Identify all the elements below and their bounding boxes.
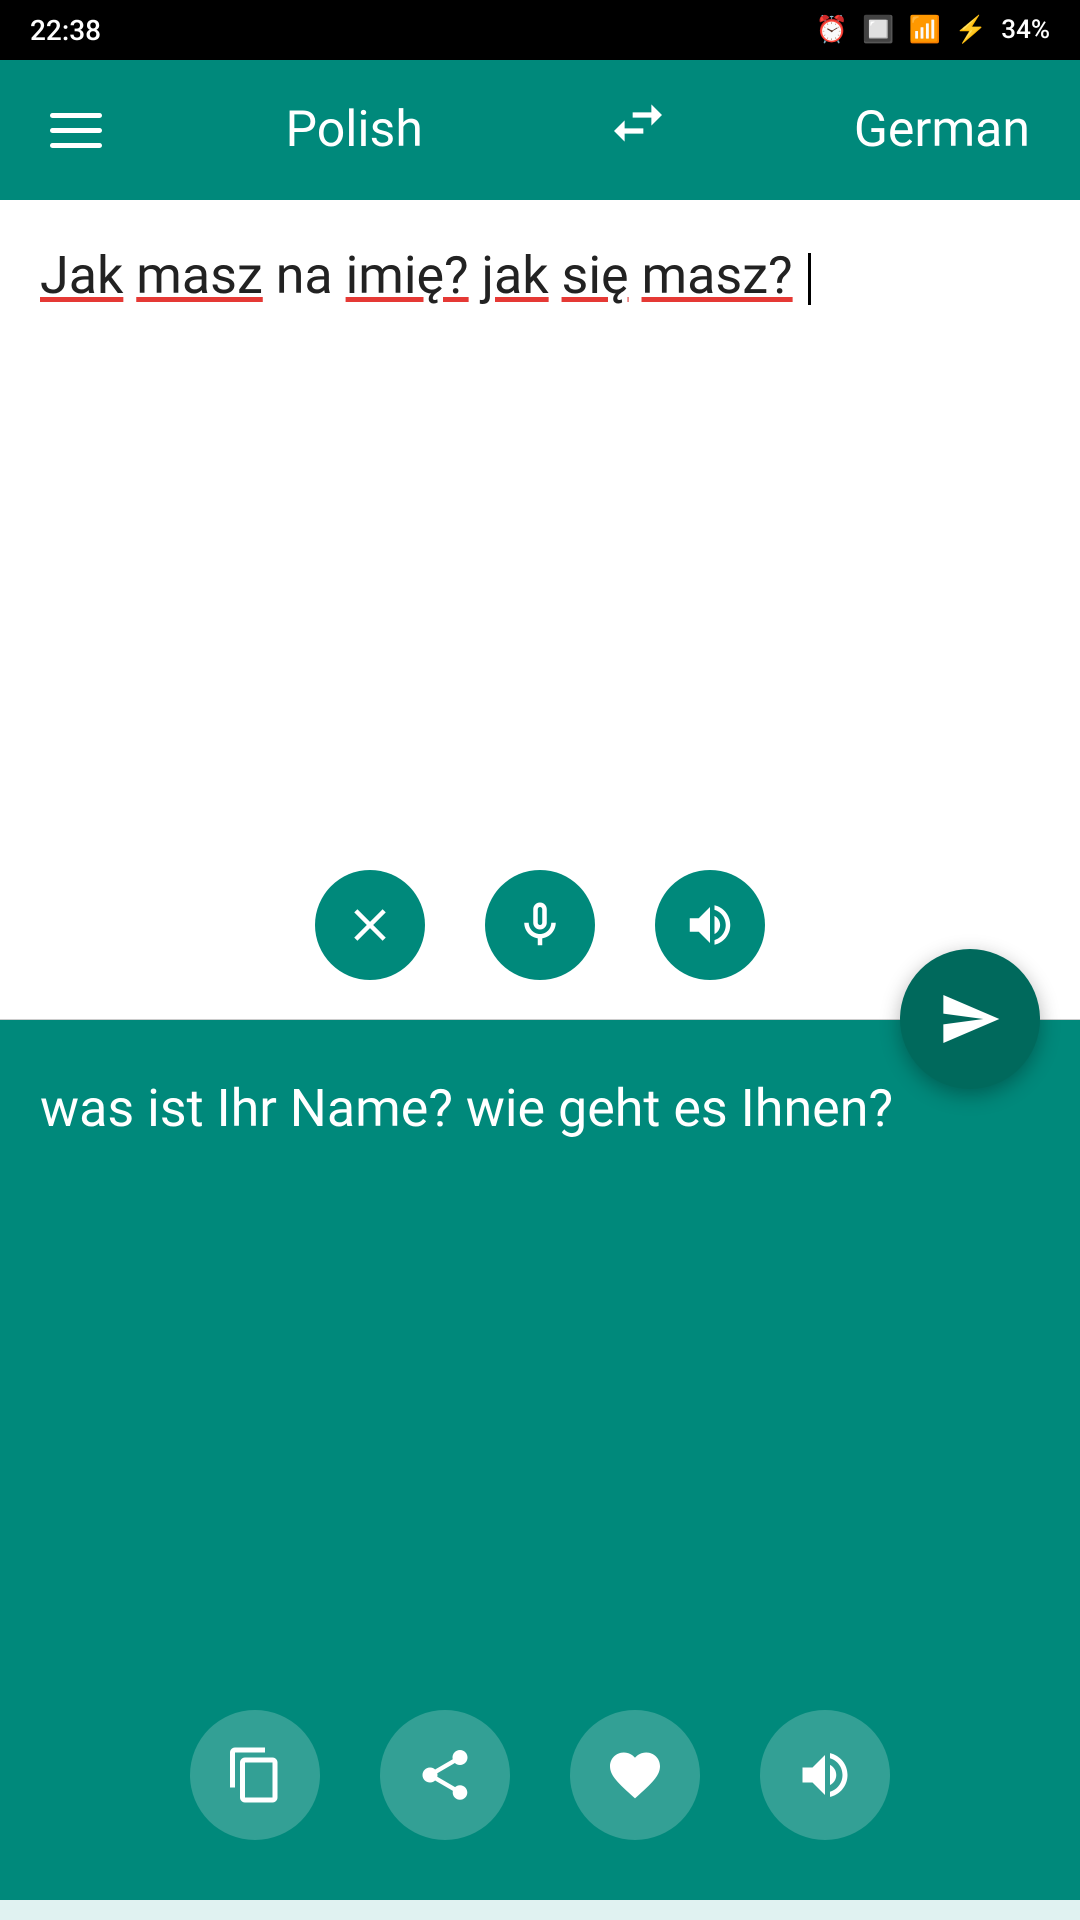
signal-icon: 📶	[909, 15, 941, 45]
microphone-button[interactable]	[485, 870, 595, 980]
input-controls	[40, 870, 1040, 980]
battery-level: 34%	[1001, 15, 1050, 45]
status-time: 22:38	[30, 14, 101, 47]
translate-button[interactable]	[900, 949, 1040, 1089]
word-jak1: Jak	[40, 245, 123, 306]
word-jak2: jak	[482, 245, 549, 306]
menu-button[interactable]	[50, 113, 102, 148]
speak-input-button[interactable]	[655, 870, 765, 980]
swap-languages-button[interactable]	[606, 91, 670, 169]
copy-button[interactable]	[190, 1710, 320, 1840]
sim-icon: 🔲	[862, 15, 894, 45]
source-language-button[interactable]: Polish	[285, 101, 422, 159]
word-imie: imię?	[346, 245, 469, 306]
word-masz1: masz	[136, 245, 263, 306]
output-controls	[0, 1710, 1080, 1840]
clear-button[interactable]	[315, 870, 425, 980]
speak-output-button[interactable]	[760, 1710, 890, 1840]
status-icons: ⏰ 🔲 📶 ⚡ 34%	[816, 15, 1050, 45]
favorite-button[interactable]	[570, 1710, 700, 1840]
header: Polish German	[0, 60, 1080, 200]
input-text-area[interactable]: Jak masz na imię? jak się masz?	[40, 240, 1040, 840]
word-masz2: masz?	[642, 245, 793, 306]
output-text-area: was ist Ihr Name? wie geht es Ihnen?	[40, 1070, 1040, 1670]
output-section: was ist Ihr Name? wie geht es Ihnen?	[0, 1020, 1080, 1900]
status-bar: 22:38 ⏰ 🔲 📶 ⚡ 34%	[0, 0, 1080, 60]
word-sie: się	[562, 245, 629, 306]
input-section: Jak masz na imię? jak się masz?	[0, 200, 1080, 1020]
target-language-button[interactable]: German	[854, 101, 1030, 159]
share-button[interactable]	[380, 1710, 510, 1840]
alarm-icon: ⏰	[816, 15, 848, 45]
text-cursor	[808, 253, 811, 305]
charging-icon: ⚡	[955, 15, 987, 45]
